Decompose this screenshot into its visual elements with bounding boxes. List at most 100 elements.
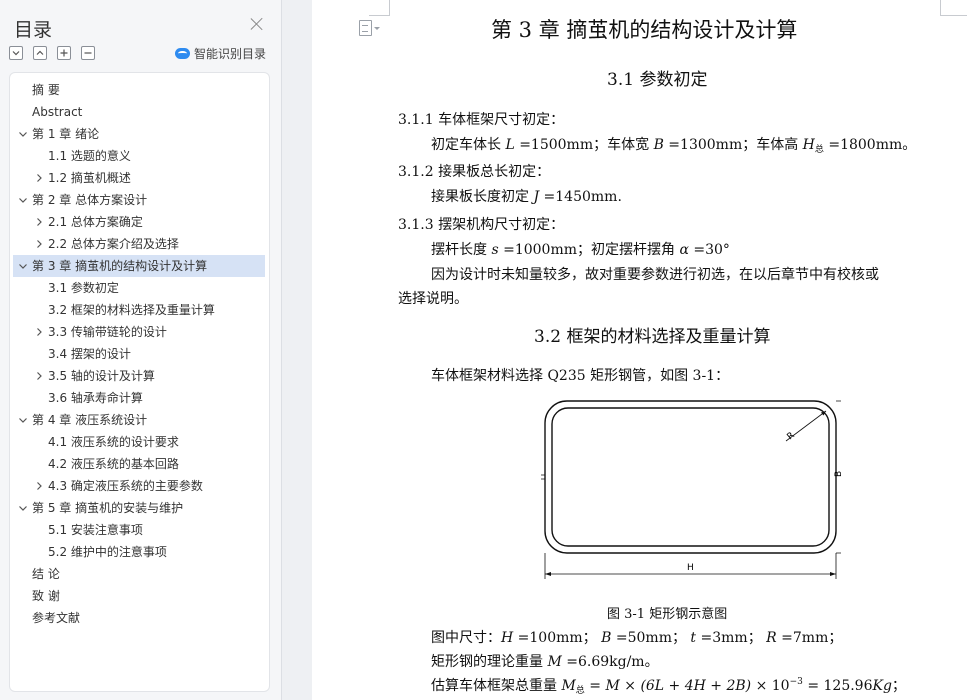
toc-item[interactable]: 第 4 章 液压系统设计: [13, 409, 265, 431]
toc-item[interactable]: 5.2 维护中的注意事项: [13, 541, 265, 563]
toc-item-label: 第 2 章 总体方案设计: [32, 193, 148, 207]
cloud-icon: [175, 48, 190, 59]
paragraph-line-1: 因为设计时未知量较多，故对重要参数进行初选，在以后章节中有校核或: [431, 267, 879, 283]
toc-item[interactable]: 第 2 章 总体方案设计: [13, 189, 265, 211]
toc-item-label: 5.1 安装注意事项: [48, 523, 143, 537]
subsection-heading-3-1-3: 3.1.3 摆架机构尺寸初定：: [398, 217, 565, 233]
text-run: 估算车体框架总重量: [431, 678, 562, 694]
remove-heading-icon[interactable]: [81, 46, 95, 60]
toc-item[interactable]: 3.3 传输带链轮的设计: [13, 321, 265, 343]
toc-item[interactable]: 3.1 参数初定: [13, 277, 265, 299]
collapse-all-icon[interactable]: [33, 46, 47, 60]
chevron-right-icon[interactable]: [34, 217, 44, 227]
text-line-board-length: 接果板长度初定 J =1450mm.: [431, 186, 622, 206]
smart-toc-label: 智能识别目录: [194, 47, 267, 61]
chevron-down-icon[interactable]: [18, 503, 28, 513]
crop-mark: [369, 15, 390, 16]
math-symbol: H: [802, 137, 815, 153]
toc-item-label: 3.6 轴承寿命计算: [48, 391, 143, 405]
chevron-right-icon[interactable]: [34, 481, 44, 491]
toc-item-label: 5.2 维护中的注意事项: [48, 545, 167, 559]
figure-caption: 图 3-1 矩形钢示意图: [607, 607, 728, 622]
text-run: =50mm；: [611, 630, 691, 646]
toc-item-label: 致 谢: [32, 589, 60, 603]
toc-item[interactable]: 第 1 章 绪论: [13, 123, 265, 145]
toc-item[interactable]: 结 论: [13, 563, 265, 585]
crop-mark: [940, 15, 967, 16]
toc-item[interactable]: 1.1 选题的意义: [13, 145, 265, 167]
subscript: 总: [814, 145, 824, 155]
toc-item-label: 2.2 总体方案介绍及选择: [48, 237, 179, 251]
chevron-down-icon[interactable]: [18, 261, 28, 271]
chevron-right-icon[interactable]: [34, 239, 44, 249]
toc-item[interactable]: 第 3 章 摘茧机的结构设计及计算: [13, 255, 265, 277]
text-run: × 10: [751, 678, 790, 694]
toc-item[interactable]: 3.5 轴的设计及计算: [13, 365, 265, 387]
text-line-swing-arm: 摆杆长度 s =1000mm；初定摆杆摆角 α =30°: [431, 239, 730, 259]
text-run: =100mm；: [513, 630, 602, 646]
toc-item-label: 2.1 总体方案确定: [48, 215, 143, 229]
toc-item[interactable]: 参考文献: [13, 607, 265, 629]
toc-item[interactable]: 4.3 确定液压系统的主要参数: [13, 475, 265, 497]
toc-item[interactable]: 4.2 液压系统的基本回路: [13, 453, 265, 475]
theoretical-weight-line: 矩形钢的理论重量 M =6.69kg/m。: [431, 651, 659, 671]
toc-item[interactable]: 2.2 总体方案介绍及选择: [13, 233, 265, 255]
toc-item-label: 第 5 章 摘茧机的安装与维护: [32, 501, 184, 515]
label-b: B: [834, 471, 841, 477]
math-symbol: H: [501, 630, 514, 646]
chevron-down-icon[interactable]: [18, 195, 28, 205]
chevron-right-icon[interactable]: [34, 371, 44, 381]
toc-item-label: 摘 要: [32, 83, 60, 97]
chevron-down-icon[interactable]: [18, 129, 28, 139]
toc-item-label: 第 3 章 摘茧机的结构设计及计算: [32, 259, 208, 273]
toc-item-label: 4.1 液压系统的设计要求: [48, 435, 179, 449]
toc-toolbar: [9, 46, 95, 60]
toc-item[interactable]: 3.2 框架的材料选择及重量计算: [13, 299, 265, 321]
toc-item[interactable]: 致 谢: [13, 585, 265, 607]
text-run: =1800mm。: [823, 137, 917, 153]
text-run: =1500mm；车体宽: [514, 137, 654, 153]
text-run: =3mm；: [696, 630, 767, 646]
text-run: ×: [619, 678, 641, 694]
toc-item[interactable]: 3.4 摆架的设计: [13, 343, 265, 365]
chevron-right-icon[interactable]: [34, 327, 44, 337]
subsection-heading-3-1-2: 3.1.2 接果板总长初定：: [398, 164, 551, 180]
toc-item[interactable]: 2.1 总体方案确定: [13, 211, 265, 233]
add-heading-icon[interactable]: [57, 46, 71, 60]
math-symbol: α: [679, 242, 689, 258]
section-title-3-2: 3.2 框架的材料选择及重量计算: [534, 327, 771, 347]
text-run: 接果板长度初定: [431, 189, 534, 205]
close-icon[interactable]: [249, 16, 265, 32]
tube-outer-outline: [544, 400, 837, 554]
toc-item-label: 3.5 轴的设计及计算: [48, 369, 155, 383]
text-run: =7mm；: [776, 630, 843, 646]
toc-item[interactable]: 第 5 章 摘茧机的安装与维护: [13, 497, 265, 519]
document-area: 第 3 章 摘茧机的结构设计及计算 3.1 参数初定 3.1.1 车体框架尺寸初…: [283, 0, 967, 700]
document-icon[interactable]: [359, 20, 372, 36]
chevron-down-icon[interactable]: [374, 27, 380, 30]
toc-item[interactable]: 1.2 摘茧机概述: [13, 167, 265, 189]
toc-item[interactable]: 3.6 轴承寿命计算: [13, 387, 265, 409]
toc-item-label: 4.2 液压系统的基本回路: [48, 457, 179, 471]
chevron-right-icon[interactable]: [34, 173, 44, 183]
text-run: =1450mm.: [539, 189, 622, 205]
toc-item[interactable]: 5.1 安装注意事项: [13, 519, 265, 541]
math-expression: (6L + 4H + 2B): [640, 678, 752, 694]
chapter-title: 第 3 章 摘茧机的结构设计及计算: [491, 18, 798, 42]
text-run: ；: [891, 678, 906, 694]
text-run: =: [584, 678, 606, 694]
chevron-down-icon[interactable]: [18, 415, 28, 425]
toc-item-label: 结 论: [32, 567, 60, 581]
expand-all-icon[interactable]: [9, 46, 23, 60]
text-run: =30°: [688, 242, 730, 258]
toc-item[interactable]: 摘 要: [13, 79, 265, 101]
smart-toc-button[interactable]: 智能识别目录: [175, 45, 266, 62]
toc-item-label: 1.2 摘茧机概述: [48, 171, 131, 185]
toc-item-label: 3.1 参数初定: [48, 281, 119, 295]
text-run: =1300mm；车体高: [663, 137, 803, 153]
toc-item[interactable]: Abstract: [13, 101, 265, 123]
tube-inner-outline: [551, 407, 830, 547]
toc-item[interactable]: 4.1 液压系统的设计要求: [13, 431, 265, 453]
rect-tube-diagram: R t B H: [541, 400, 841, 579]
superscript: −3: [789, 677, 803, 687]
